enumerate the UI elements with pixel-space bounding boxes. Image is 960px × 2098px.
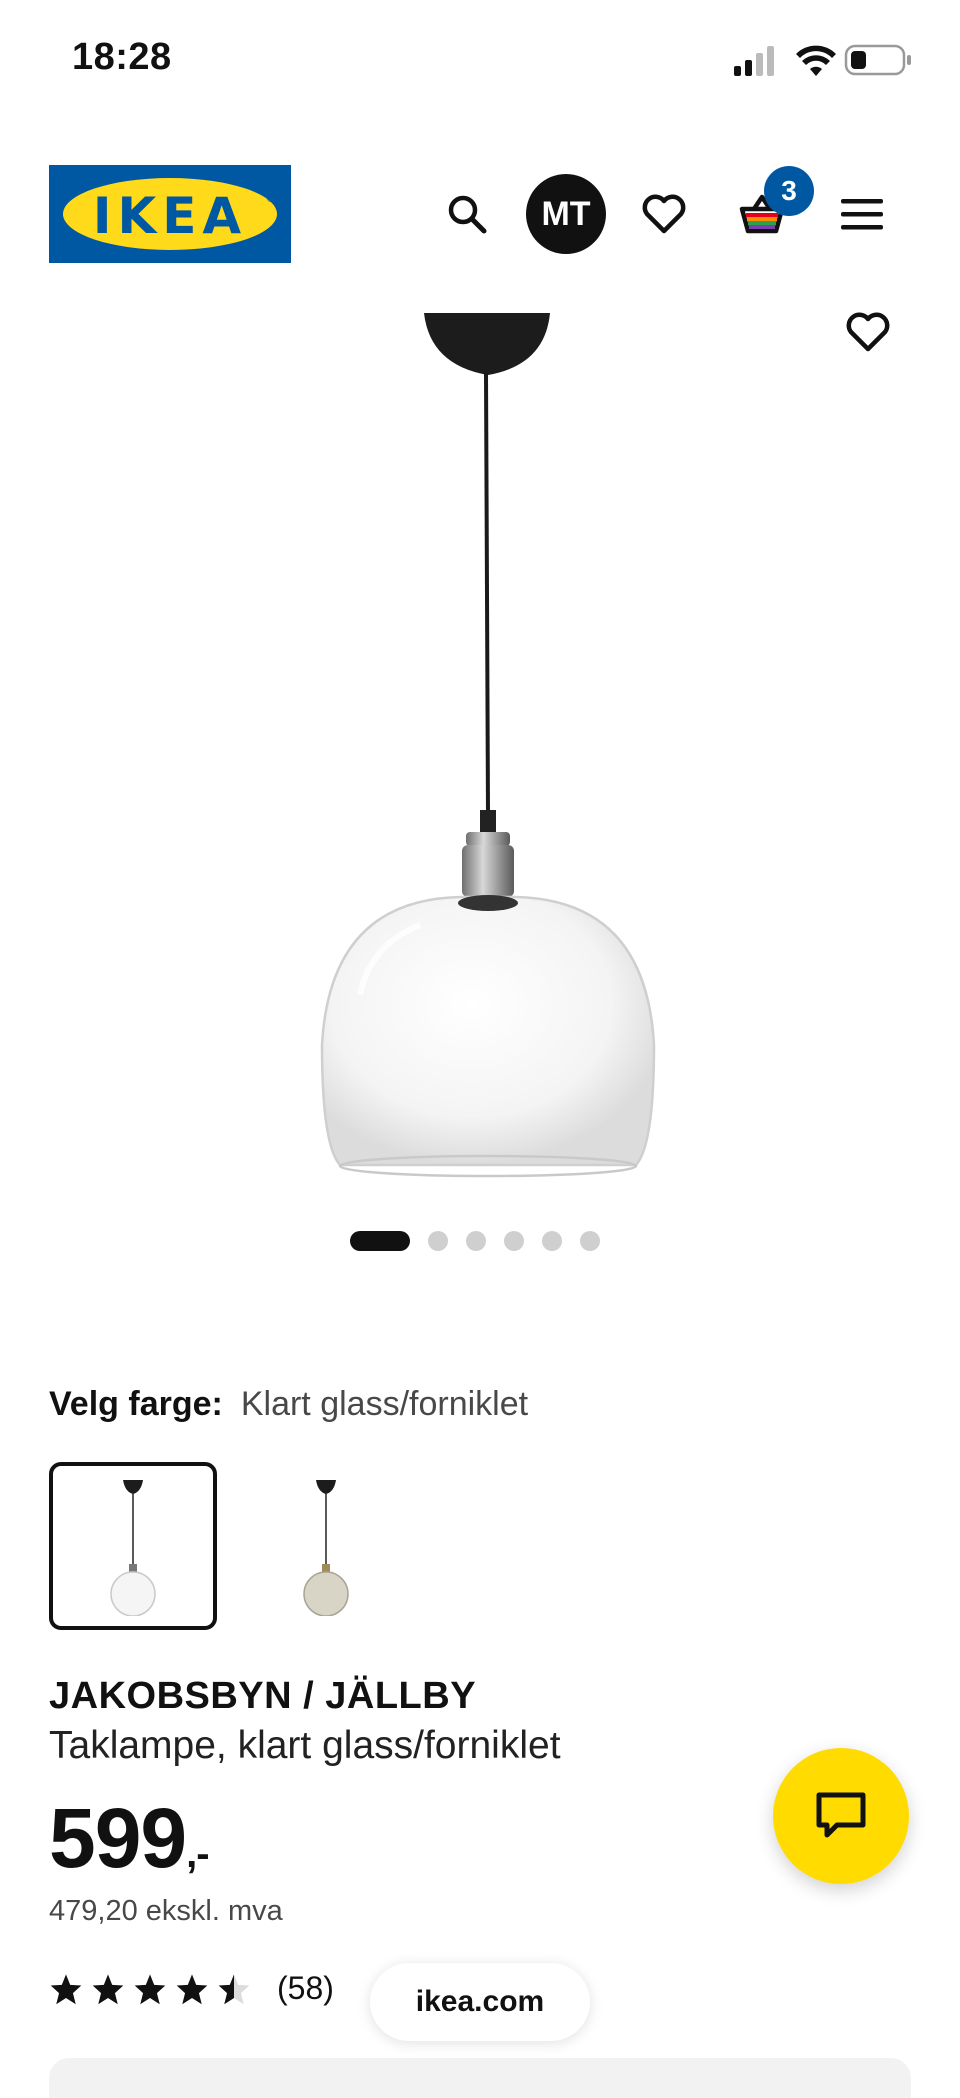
rating-count[interactable]: (58) (277, 1970, 334, 2007)
product-name: JAKOBSBYN / JÄLLBY (49, 1675, 477, 1717)
favorite-button[interactable] (836, 300, 900, 364)
status-time: 18:28 (72, 36, 172, 78)
star-icon (134, 1973, 166, 2004)
carousel-dot[interactable] (466, 1231, 486, 1251)
product-rating[interactable]: (58) (49, 1970, 334, 2007)
clear-lamp-thumbnail (110, 1480, 156, 1616)
color-selector-label: Velg farge: Klart glass/forniklet (49, 1385, 528, 1424)
cart-count-badge: 3 (764, 166, 814, 216)
avatar-button[interactable]: MT (526, 174, 606, 254)
carousel-dot[interactable] (580, 1231, 600, 1251)
carousel-dot[interactable] (428, 1231, 448, 1251)
product-image-gallery[interactable] (0, 305, 960, 1205)
star-icon (92, 1973, 124, 2004)
wishlist-button[interactable] (622, 172, 706, 256)
logo-wordmark: IKEA (92, 187, 248, 245)
status-icons (734, 40, 914, 80)
product-description: Taklampe, klart glass/forniklet (49, 1724, 561, 1767)
heart-icon (642, 194, 686, 234)
search-button[interactable] (425, 172, 509, 256)
color-swatch-clear-glass[interactable] (49, 1462, 217, 1630)
color-value: Klart glass/forniklet (240, 1385, 529, 1423)
bottom-sheet-edge (49, 2058, 911, 2098)
pendant-lamp-image (320, 313, 656, 1178)
chat-bubble-icon (816, 1792, 866, 1838)
carousel-indicator[interactable] (350, 1230, 600, 1252)
wifi-icon (796, 45, 836, 76)
price-excl-vat: 479,20 ekskl. mva (49, 1895, 283, 1927)
hamburger-menu-icon (841, 199, 883, 230)
cell-signal-icon (734, 46, 774, 76)
chat-button[interactable] (773, 1748, 909, 1884)
star-icon (50, 1973, 82, 2004)
ikea-logo[interactable]: IKEA ® (49, 165, 291, 263)
carousel-dot[interactable] (350, 1231, 410, 1251)
carousel-dot[interactable] (542, 1231, 562, 1251)
price-main: 599 (49, 1791, 187, 1885)
battery-icon (844, 44, 911, 76)
menu-button[interactable] (820, 172, 904, 256)
rating-stars (49, 1973, 251, 2005)
color-swatch-smoked-glass[interactable] (242, 1462, 410, 1630)
price-suffix: ,- (186, 1832, 209, 1876)
heart-outline-icon (846, 312, 890, 352)
star-icon (176, 1973, 208, 2004)
browser-url-pill[interactable]: ikea.com (370, 1963, 590, 2041)
product-price: 599,- (49, 1790, 210, 1887)
color-label: Velg farge: (49, 1385, 223, 1423)
carousel-dot[interactable] (504, 1231, 524, 1251)
search-icon (448, 195, 487, 234)
half-star-icon (218, 1973, 250, 2004)
smoked-lamp-thumbnail (303, 1480, 349, 1616)
